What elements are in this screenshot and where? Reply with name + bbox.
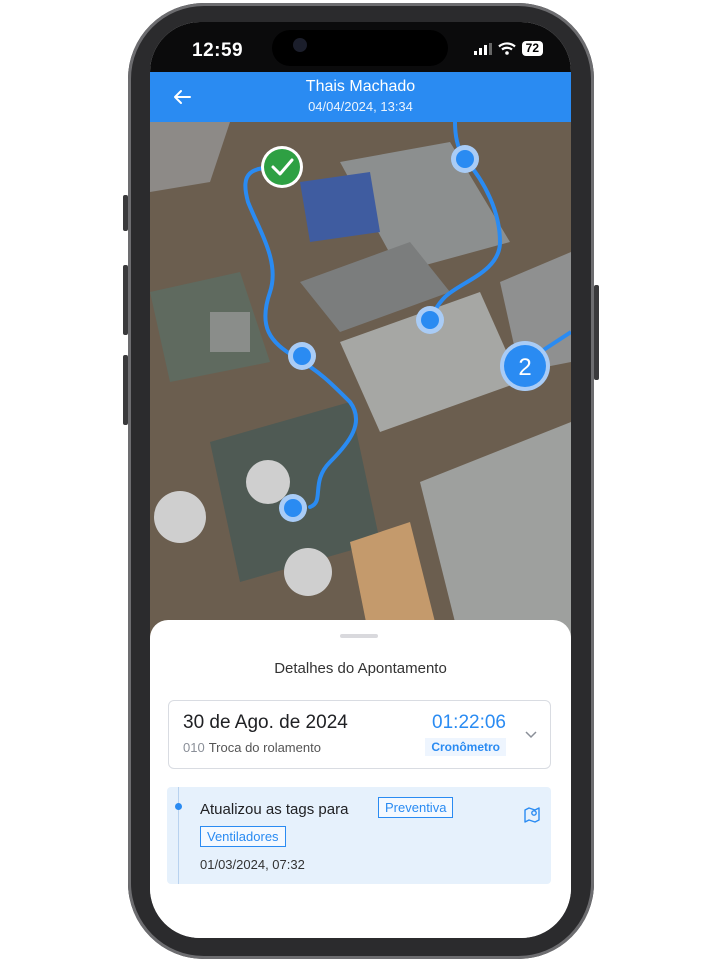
event-description: Atualizou as tags para [200, 801, 349, 818]
status-bar: 12:59 72 [150, 22, 571, 72]
event-timestamp: 01/03/2024, 07:32 [200, 857, 305, 872]
check-marker-icon[interactable] [261, 146, 303, 188]
route-point[interactable] [288, 342, 316, 370]
map-blue-structure [300, 172, 380, 242]
appointment-date: 30 de Ago. de 2024 [183, 712, 348, 733]
phone-volume-up-button [123, 265, 128, 335]
page-title: Thais Machado [305, 78, 416, 95]
signal-icon [473, 42, 492, 55]
sheet-title: Detalhes do Apontamento [274, 660, 447, 677]
route-point[interactable] [416, 306, 444, 334]
map-storage-tank [284, 548, 332, 596]
appointment-card[interactable]: 30 de Ago. de 2024 010 Troca do rolamento… [168, 700, 551, 769]
timeline-event: Atualizou as tags para Preventiva Ventil… [167, 787, 551, 884]
battery-icon: 72 [521, 41, 543, 56]
timeline-dot [175, 803, 182, 810]
map-storage-tank [154, 491, 206, 543]
page-subtitle: 04/04/2024, 13:34 [308, 99, 413, 114]
cluster-marker[interactable]: 2 [500, 341, 550, 391]
route-point[interactable] [279, 494, 307, 522]
details-sheet: Detalhes do Apontamento 30 de Ago. de 20… [150, 620, 571, 938]
sheet-drag-handle[interactable] [340, 634, 378, 638]
task-code: 010 [183, 740, 205, 755]
phone-volume-down-button [123, 355, 128, 425]
appointment-task: 010 Troca do rolamento [183, 740, 321, 755]
wifi-icon [497, 42, 516, 55]
task-description: Troca do rolamento [208, 740, 321, 755]
app-bar: Thais Machado 04/04/2024, 13:34 [150, 72, 571, 122]
timer-badge: Cronômetro [425, 738, 506, 756]
timer-value: 01:22:06 [432, 712, 506, 733]
map-location-icon[interactable] [523, 806, 541, 824]
camera-icon [293, 38, 307, 52]
status-time: 12:59 [192, 40, 244, 61]
map-building [210, 312, 250, 352]
satellite-map[interactable]: 2 [150, 122, 571, 642]
status-icons: 72 [473, 41, 543, 56]
route-point[interactable] [451, 145, 479, 173]
chevron-down-icon[interactable] [524, 727, 538, 741]
tag-ventiladores: Ventiladores [200, 826, 286, 847]
phone-power-button [594, 285, 599, 380]
phone-side-button [123, 195, 128, 231]
tag-preventiva: Preventiva [378, 797, 454, 818]
screen: 12:59 72 Thais Machado 04/04/2024, 13:34 [150, 22, 571, 938]
map-storage-tank [246, 460, 290, 504]
timeline-line [178, 787, 179, 884]
cluster-count: 2 [518, 354, 531, 381]
